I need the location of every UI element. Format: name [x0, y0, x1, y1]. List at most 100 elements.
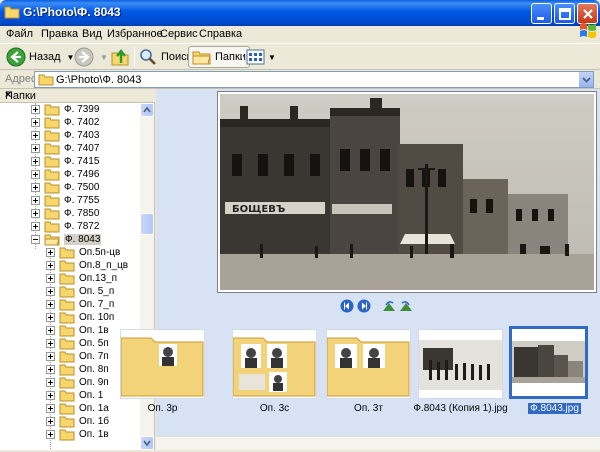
expand-icon[interactable] [31, 157, 40, 166]
folder-icon [59, 364, 75, 376]
tree-item[interactable]: Ф. 7872 [31, 220, 99, 233]
menu-bar: Файл Правка Вид Избранное Сервис Справка [0, 26, 600, 43]
rotate-clockwise-icon[interactable] [382, 299, 396, 313]
expand-icon[interactable] [31, 170, 40, 179]
tree-item[interactable]: Ф. 8043 [31, 233, 102, 246]
tree-subitem[interactable]: Оп. 10п [46, 311, 114, 324]
minimize-button[interactable] [531, 3, 552, 24]
tree-item[interactable]: Ф. 7850 [31, 207, 99, 220]
tree-item[interactable]: Ф. 7407 [31, 142, 99, 155]
expand-icon[interactable] [31, 105, 40, 114]
folder-icon [38, 74, 54, 86]
expand-icon[interactable] [46, 248, 55, 257]
collapse-icon[interactable] [31, 235, 40, 244]
tree-item-label: Оп.13_п [79, 273, 118, 284]
tree-subitem[interactable]: Оп. 1в [46, 324, 109, 337]
expand-icon[interactable] [46, 261, 55, 270]
back-button[interactable]: Назад ▼ [6, 46, 74, 68]
previous-image-icon[interactable] [340, 299, 354, 313]
title-bar[interactable]: G:\Photo\Ф. 8043 [0, 0, 600, 26]
tree-item[interactable]: Ф. 7755 [31, 194, 99, 207]
tree-subitem[interactable]: Оп. 7_п [46, 298, 114, 311]
folder-icon [44, 169, 60, 181]
expand-icon[interactable] [46, 274, 55, 283]
folder-icon [59, 416, 75, 428]
tree-subitem[interactable]: Оп.8_п_цв [46, 259, 128, 272]
tree-subitem[interactable]: Оп.13_п [46, 272, 117, 285]
expand-icon[interactable] [46, 287, 55, 296]
expand-icon[interactable] [46, 378, 55, 387]
folder-icon [44, 221, 60, 233]
window-title: G:\Photo\Ф. 8043 [23, 5, 121, 19]
folder-icon [59, 325, 75, 337]
menu-favorites[interactable]: Избранное [107, 28, 163, 40]
tree-subitem[interactable]: Оп.5п-цв [46, 246, 120, 259]
tree-item-label: Оп. 1а [79, 403, 109, 414]
search-button[interactable]: Поиск [138, 46, 191, 68]
folder-icon [59, 351, 75, 363]
tree-subitem[interactable]: Оп. 1в [46, 428, 109, 441]
expand-icon[interactable] [31, 196, 40, 205]
image-preview[interactable]: БОЩЕВЪ [217, 91, 597, 293]
close-icon[interactable]: × [5, 89, 150, 101]
folder-thumbnail [120, 329, 205, 399]
expand-icon[interactable] [46, 365, 55, 374]
expand-icon[interactable] [46, 300, 55, 309]
up-folder-icon [111, 49, 129, 66]
tree-subitem[interactable]: Оп. 1б [46, 415, 109, 428]
expand-icon[interactable] [46, 391, 55, 400]
forward-button[interactable]: ▼ [74, 46, 108, 68]
tree-subitem[interactable]: Оп. 5_п [46, 285, 114, 298]
rotate-counterclockwise-icon[interactable] [399, 299, 413, 313]
scroll-thumb[interactable] [140, 213, 154, 235]
menu-help[interactable]: Справка [199, 28, 242, 40]
expand-icon[interactable] [31, 209, 40, 218]
photo-thumbnail [418, 329, 503, 399]
tree-item[interactable]: Ф. 7399 [31, 103, 99, 116]
tree-item[interactable]: Ф. 7500 [31, 181, 99, 194]
expand-icon[interactable] [31, 144, 40, 153]
expand-icon[interactable] [46, 352, 55, 361]
tree-subitem[interactable]: Оп. 5п [46, 337, 109, 350]
expand-icon[interactable] [46, 417, 55, 426]
tree-subitem[interactable]: Оп. 9п [46, 376, 109, 389]
folders-pane-header: Папки × [0, 89, 155, 103]
tree-item[interactable]: Ф. 7415 [31, 155, 99, 168]
tree-subitem[interactable]: Оп. 7п [46, 350, 109, 363]
up-folder-button[interactable] [110, 46, 130, 68]
tree-item-label: Ф. 7850 [64, 208, 100, 219]
expand-icon[interactable] [31, 222, 40, 231]
tree-item[interactable]: Ф. 7496 [31, 168, 99, 181]
expand-icon[interactable] [46, 404, 55, 413]
expand-icon[interactable] [46, 326, 55, 335]
expand-icon[interactable] [46, 313, 55, 322]
address-dropdown-button[interactable] [578, 72, 593, 87]
address-label: Адрес [5, 73, 37, 85]
windows-logo-icon [580, 23, 596, 38]
menu-tools[interactable]: Сервис [160, 28, 198, 40]
chevron-down-icon[interactable]: ▼ [100, 53, 108, 62]
maximize-button[interactable] [554, 3, 575, 24]
scroll-up-button[interactable] [140, 103, 154, 117]
menu-edit[interactable]: Правка [41, 28, 78, 40]
expand-icon[interactable] [31, 183, 40, 192]
expand-icon[interactable] [46, 339, 55, 348]
tree-item-label: Ф. 7496 [64, 169, 100, 180]
tree-subitem[interactable]: Оп. 8п [46, 363, 109, 376]
expand-icon[interactable] [46, 430, 55, 439]
menu-file[interactable]: Файл [6, 28, 33, 40]
folders-button[interactable]: Папки [188, 46, 250, 68]
address-input[interactable]: G:\Photo\Ф. 8043 [34, 71, 594, 88]
expand-icon[interactable] [31, 118, 40, 127]
tree-subitem[interactable]: Оп. 1а [46, 402, 109, 415]
chevron-down-icon[interactable]: ▼ [268, 53, 276, 62]
views-button[interactable]: ▼ [246, 46, 276, 68]
scroll-down-button[interactable] [140, 436, 154, 450]
menu-view[interactable]: Вид [82, 28, 102, 40]
expand-icon[interactable] [31, 131, 40, 140]
tree-item[interactable]: Ф. 7403 [31, 129, 99, 142]
content-horizontal-scrollbar[interactable] [156, 436, 600, 450]
tree-subitem[interactable]: Оп. 1 [46, 389, 103, 402]
tree-item[interactable]: Ф. 7402 [31, 116, 99, 129]
next-image-icon[interactable] [357, 299, 371, 313]
